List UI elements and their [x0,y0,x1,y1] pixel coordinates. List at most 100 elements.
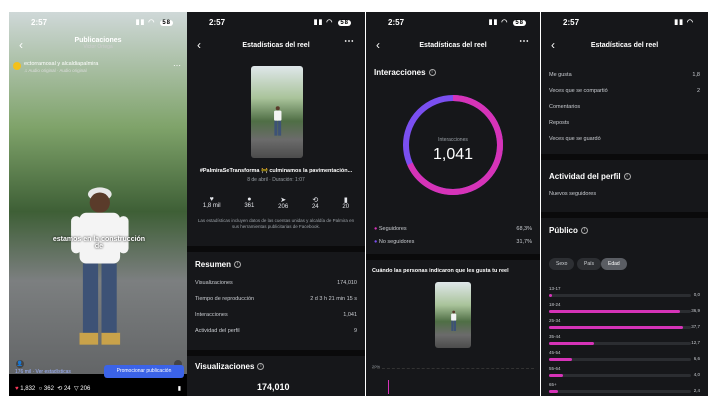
stat-row: Veces que se guardó [549,136,601,142]
legend-followers: ● Seguidores 68,3% [374,226,532,232]
likes-spike [388,380,389,394]
reel-thumbnail[interactable] [251,66,303,158]
publico-heading: Público i [549,226,588,235]
likes-count: 1,832 [20,386,36,392]
age-label: 55-64 [549,366,561,371]
age-label: 18-24 [549,302,561,307]
repost-icon[interactable]: ⟲ [57,386,62,392]
info-icon[interactable]: i [257,363,265,371]
audio-label[interactable]: ♫ Audio original · Audio original [24,68,87,73]
status-time: 2:57 [31,18,48,27]
info-icon[interactable]: i [234,261,242,269]
metrics-row: ♥ 1,8 mil ● 361 ➤ 206 ⟲ 24 ▮ 20 [191,196,361,210]
page-title: Estadísticas del reel [590,42,659,49]
info-icon[interactable]: i [623,173,631,181]
back-arrow-icon[interactable]: ‹ [376,38,380,52]
tab-pais[interactable]: País [577,258,602,270]
tagged-user-icon[interactable]: 👤 [16,360,24,368]
battery-icon: 58 [513,20,526,26]
age-value: 4,0 [693,372,700,377]
age-label: 35-44 [549,334,561,339]
resumen-row: Actividad del perfil 9 [195,328,357,334]
signal-wifi-icons: ▮▮ ◠ 58 [135,19,173,26]
section-divider [187,350,365,356]
likes-question: Cuándo las personas indicaron que les gu… [372,268,509,274]
reel-stats-screen: 2:57 ▮▮ ◠ 58 ‹ Estadísticas del reel ⋯ #… [187,12,365,396]
more-options-icon[interactable]: ⋯ [519,36,530,47]
donut-label: Interacciones [438,137,468,143]
person-figure-image [71,187,129,345]
reel-post-screen: 2:57 ▮▮ ◠ 58 ‹ Publicaciones Victor Orte… [9,12,187,396]
page-title: Estadísticas del reel [242,42,310,49]
heart-icon[interactable]: ♥ [15,386,19,392]
age-label: 13-17 [549,286,561,291]
bookmark-icon[interactable]: ▮ [178,385,181,392]
age-value: 12,7 [691,340,700,345]
section-divider [187,246,365,252]
age-value: 6,6 [693,356,700,361]
age-value: 2,4 [693,388,700,393]
interacciones-heading: Interacciones i [374,68,436,77]
send-icon[interactable]: ▽ [74,386,79,392]
legend-dot: ● [374,226,378,232]
legend-non-followers: ● No seguidores 31,7% [374,239,532,245]
battery-icon: 58 [338,20,351,26]
section-divider [541,212,708,218]
resumen-row: Tiempo de reproducción 2 d 3 h 21 min 15 … [195,296,357,302]
legend-dot: ● [374,239,378,245]
status-bar: 2:57 ▮▮ ◠ 58 [9,12,187,32]
back-arrow-icon[interactable]: ‹ [197,38,201,52]
promote-button[interactable]: Promocionar publicación [104,365,184,378]
comment-icon[interactable]: ○ [39,386,43,392]
insights-link[interactable]: 176 mil · Ver estadísticas [15,369,71,375]
nuevos-seguidores-row: Nuevos seguidores [549,191,597,197]
video-caption: estamos en la construcción de [52,236,146,250]
reel-title: #PalmiraSeTransforma 🚧 culminamos la pav… [199,168,353,174]
interactions-screen: 2:57 ▮▮ ◠ 58 ‹ Estadísticas del reel ⋯ I… [366,12,540,396]
page-title: Publicaciones [74,37,122,44]
age-label: 45-54 [549,350,561,355]
age-value: 0,0 [693,292,700,297]
more-options-icon[interactable]: ⋯ [173,61,181,70]
reel-thumbnail[interactable] [435,282,471,348]
back-arrow-icon[interactable]: ‹ [19,38,23,52]
interactions-donut [403,95,503,195]
status-bar: 2:57 ▮▮ ◠ [541,12,708,32]
reel-date: 8 de abril · Duración: 1:07 [247,177,305,183]
battery-icon: 58 [160,20,173,26]
tab-sexo[interactable]: Sexo [549,258,575,270]
engagement-row: ♥ 1,832 ○ 362 ⟲ 24 ▽ 206 [15,385,90,392]
stat-row: Comentarios [549,104,581,110]
metric-saves: ▮ 20 [342,197,350,210]
status-bar: 2:57 ▮▮ ◠ 58 [366,12,540,32]
shares-count: 206 [80,386,91,392]
info-icon[interactable]: i [428,69,436,77]
metric-likes: ♥ 1,8 mil [202,196,221,209]
post-header: ‹ Publicaciones Victor Ortega [9,34,187,60]
donut-value: 1,041 [432,146,474,163]
page-subtitle: Victor Ortega [83,44,113,50]
stats-note: Las estadísticas incluyen datos de las c… [197,218,355,229]
post-author[interactable]: ectorramosal y alcaldiapalmira [24,61,98,67]
metric-reposts: ⟲ 24 [311,197,319,210]
metric-comments: ● 361 [244,196,255,209]
info-icon[interactable]: i [580,227,588,235]
tab-edad[interactable]: Edad [601,258,627,270]
stats-header: ‹ Estadísticas del reel ⋯ [366,34,540,60]
stats-header: ‹ Estadísticas del reel [541,34,708,60]
chart-gridline [372,368,534,369]
bookmark-icon: ▮ [343,197,348,204]
age-label: 65+ [549,382,557,387]
heart-icon: ♥ [209,196,214,203]
comment-icon: ● [247,196,252,203]
stats-header: ‹ Estadísticas del reel ⋯ [187,34,365,60]
comments-count: 362 [43,386,54,392]
more-options-icon[interactable]: ⋯ [344,36,355,47]
avatar[interactable] [13,62,21,70]
back-arrow-icon[interactable]: ‹ [551,38,555,52]
status-time: 2:57 [209,18,226,27]
signal-wifi-icons: ▮▮ ◠ [674,19,694,26]
signal-wifi-icons: ▮▮ ◠ 58 [488,19,526,26]
visualizaciones-value: 174,010 [257,382,290,392]
page-title: Estadísticas del reel [419,42,487,49]
